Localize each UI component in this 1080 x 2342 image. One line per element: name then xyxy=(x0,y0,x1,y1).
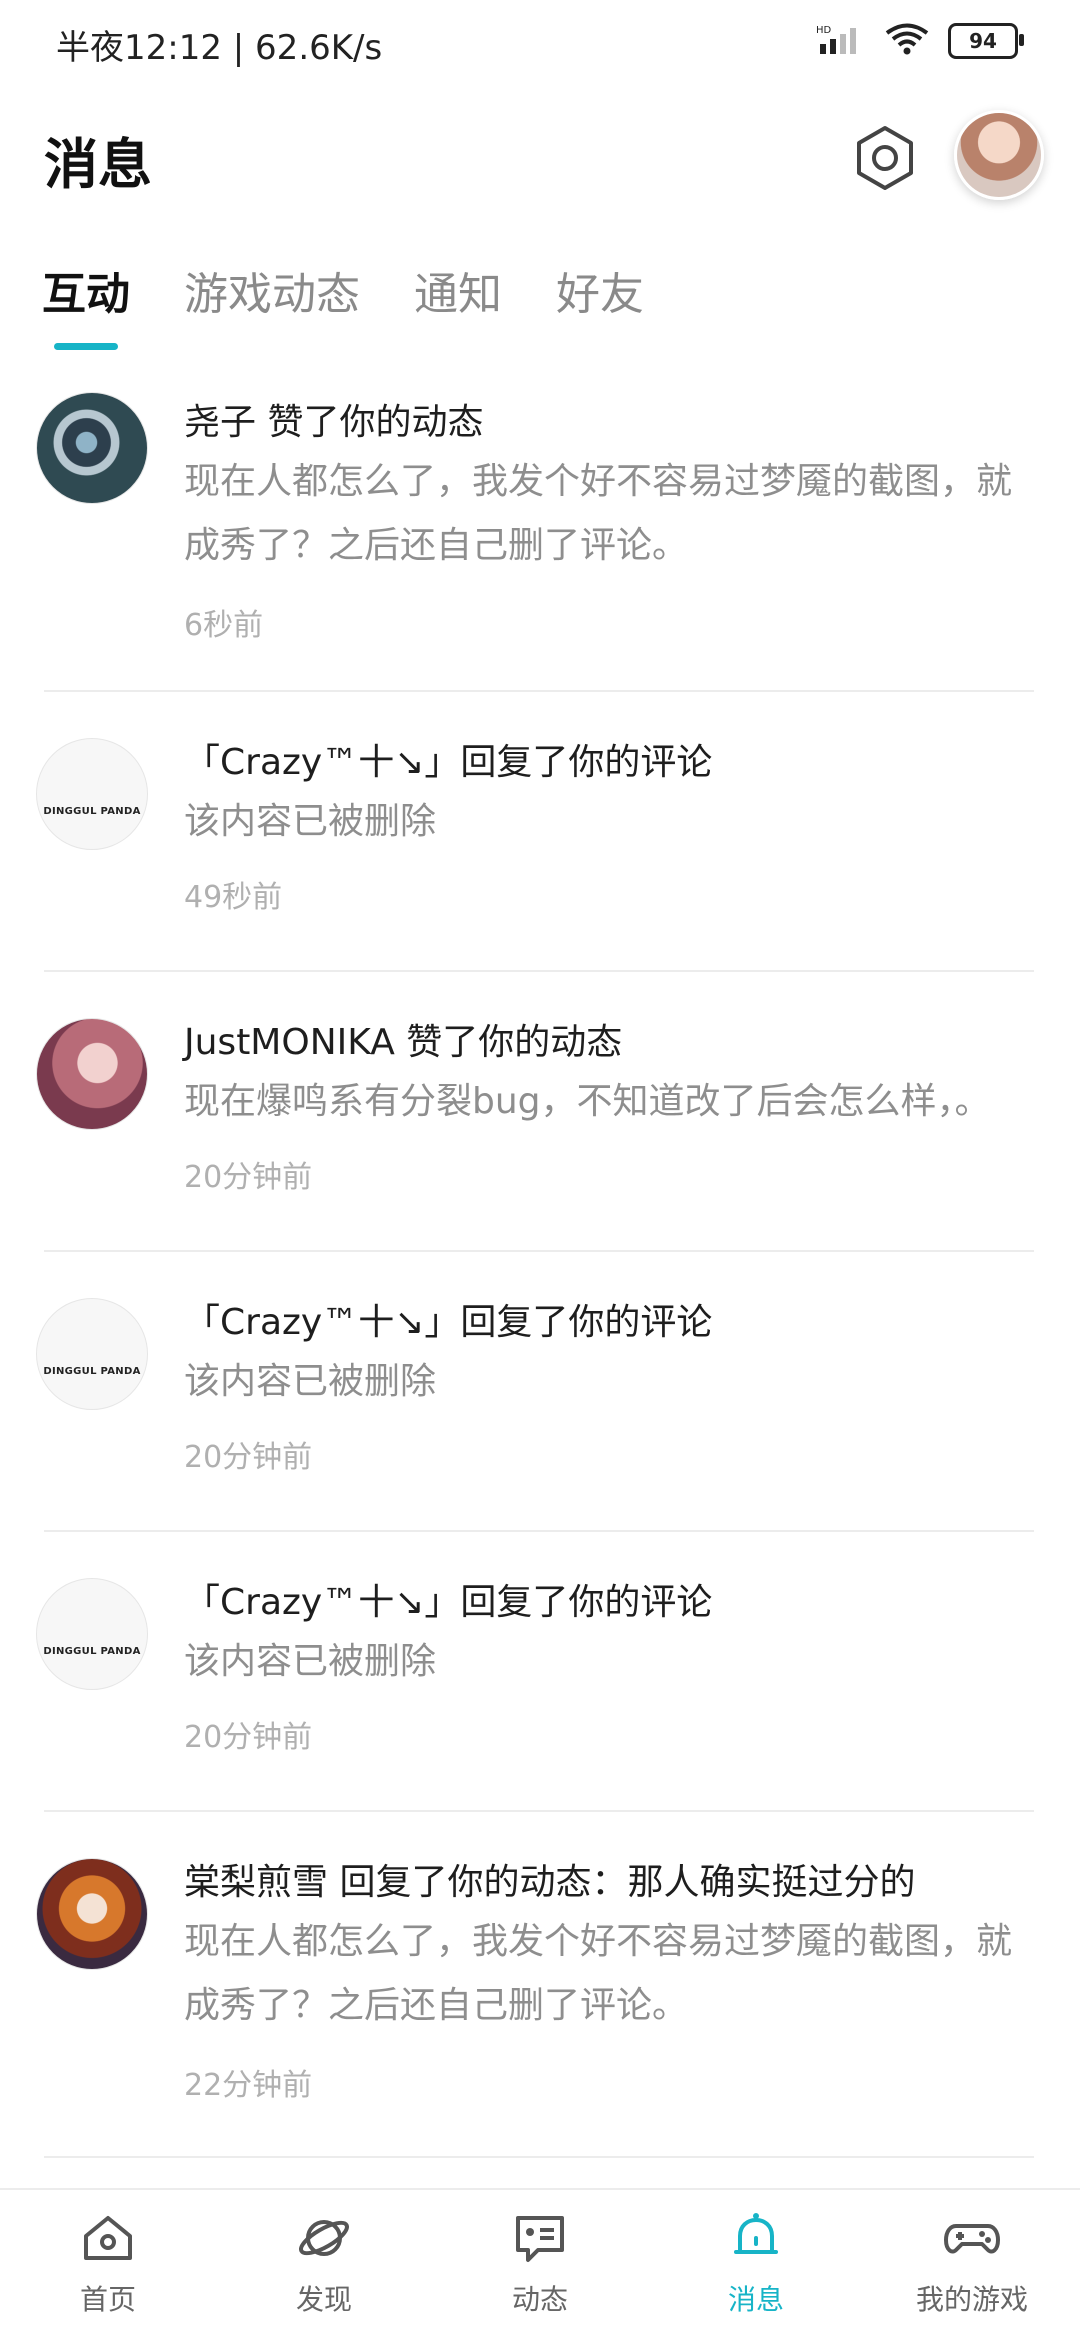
message-content: JustMONIKA 赞了你的动态 现在爆鸣系有分裂bug，不知道改了后会怎么样… xyxy=(184,1016,1034,1196)
nav-home-label: 首页 xyxy=(79,2283,136,2316)
message-title: 「Crazy™十↘」回复了你的评论 xyxy=(184,1582,713,1623)
status-time-speed: 半夜12:12 | 62.6K/s xyxy=(56,28,383,68)
message-item[interactable]: DINGGUL PANDA 「Crazy™十↘」回复了你的评论 该内容已被删除 … xyxy=(36,692,1034,972)
nav-discover-label: 发现 xyxy=(295,2283,352,2316)
page-title: 消息 xyxy=(44,133,152,196)
message-body: 该内容已被删除 xyxy=(184,1641,437,1682)
gamepad-icon xyxy=(944,2224,1000,2254)
profile-avatar[interactable] xyxy=(954,110,1044,200)
message-item[interactable]: 棠梨煎雪 回复了你的动态：那人确实挺过分的 现在人都怎么了，我发个好不容易过梦魇… xyxy=(36,1812,1034,2158)
message-body: 该内容已被删除 xyxy=(184,801,437,842)
message-content: 「Crazy™十↘」回复了你的评论 该内容已被删除 49秒前 xyxy=(184,736,1034,916)
message-item[interactable]: JustMONIKA 赞了你的动态 现在爆鸣系有分裂bug，不知道改了后会怎么样… xyxy=(36,972,1034,1252)
message-content: 棠梨煎雪 回复了你的动态：那人确实挺过分的 现在人都怎么了，我发个好不容易过梦魇… xyxy=(184,1856,1034,2104)
user-avatar[interactable] xyxy=(36,1858,148,1970)
message-title: 尧子 赞了你的动态 xyxy=(184,402,484,443)
message-title: JustMONIKA 赞了你的动态 xyxy=(184,1022,623,1063)
nav-my-games-label: 我的游戏 xyxy=(915,2283,1028,2316)
bottom-navigation: 首页 发现 动态 消息 我的游戏 xyxy=(0,2188,1080,2342)
signal-icon: HD xyxy=(816,22,866,60)
user-avatar[interactable] xyxy=(36,1018,148,1130)
nav-home[interactable]: 首页 xyxy=(0,2190,216,2342)
nav-messages-label: 消息 xyxy=(727,2283,784,2316)
battery-indicator: 94 xyxy=(948,23,1024,59)
message-title: 棠梨煎雪 回复了你的动态：那人确实挺过分的 xyxy=(184,1862,916,1903)
settings-button[interactable] xyxy=(845,118,925,198)
message-time: 6秒前 xyxy=(184,608,264,643)
avatar-logo-text: DINGGUL PANDA xyxy=(43,1365,141,1377)
avatar-logo-text: DINGGUL PANDA xyxy=(43,1645,141,1657)
status-icons: HD 94 xyxy=(816,22,1024,60)
message-time: 22分钟前 xyxy=(184,2068,313,2103)
nav-feed-label: 动态 xyxy=(511,2283,568,2316)
tab-notifications[interactable]: 通知 xyxy=(414,258,502,350)
message-title: 「Crazy™十↘」回复了你的评论 xyxy=(184,742,713,783)
message-time: 49秒前 xyxy=(184,880,283,915)
message-time: 20分钟前 xyxy=(184,1160,313,1195)
message-body: 现在爆鸣系有分裂bug，不知道改了后会怎么样，。 xyxy=(184,1081,991,1122)
chat-icon xyxy=(516,2216,564,2262)
settings-hexagon-icon xyxy=(857,126,913,190)
user-avatar[interactable]: DINGGUL PANDA xyxy=(36,738,148,850)
user-avatar[interactable]: DINGGUL PANDA xyxy=(36,1578,148,1690)
message-list: 尧子 赞了你的动态 现在人都怎么了，我发个好不容易过梦魇的截图，就成秀了？之后还… xyxy=(0,378,1080,2158)
message-time: 20分钟前 xyxy=(184,1440,313,1475)
message-body: 现在人都怎么了，我发个好不容易过梦魇的截图，就成秀了？之后还自己删了评论。 xyxy=(184,461,1013,566)
message-item[interactable]: DINGGUL PANDA 「Crazy™十↘」回复了你的评论 该内容已被删除 … xyxy=(36,1532,1034,1812)
home-icon xyxy=(84,2216,132,2260)
message-tabs: 互动 游戏动态 通知 好友 xyxy=(42,258,644,350)
message-item[interactable]: DINGGUL PANDA 「Crazy™十↘」回复了你的评论 该内容已被删除 … xyxy=(36,1252,1034,1532)
battery-level: 94 xyxy=(969,29,997,53)
hd-label: HD xyxy=(816,25,832,36)
status-bar: 半夜12:12 | 62.6K/s HD 94 xyxy=(0,0,1080,90)
message-content: 「Crazy™十↘」回复了你的评论 该内容已被删除 20分钟前 xyxy=(184,1576,1034,1756)
wifi-icon xyxy=(884,22,930,60)
message-time: 20分钟前 xyxy=(184,1720,313,1755)
message-body: 现在人都怎么了，我发个好不容易过梦魇的截图，就成秀了？之后还自己删了评论。 xyxy=(184,1921,1013,2026)
tab-interaction[interactable]: 互动 xyxy=(42,258,130,350)
message-content: 「Crazy™十↘」回复了你的评论 该内容已被删除 20分钟前 xyxy=(184,1296,1034,1476)
bell-icon xyxy=(734,2213,778,2254)
message-body: 该内容已被删除 xyxy=(184,1361,437,1402)
nav-my-games[interactable]: 我的游戏 xyxy=(864,2190,1080,2342)
message-content: 尧子 赞了你的动态 现在人都怎么了，我发个好不容易过梦魇的截图，就成秀了？之后还… xyxy=(184,396,1034,644)
tab-game-updates[interactable]: 游戏动态 xyxy=(184,258,360,350)
message-item[interactable]: 尧子 赞了你的动态 现在人都怎么了，我发个好不容易过梦魇的截图，就成秀了？之后还… xyxy=(36,378,1034,692)
tab-friends[interactable]: 好友 xyxy=(556,258,644,350)
nav-messages[interactable]: 消息 xyxy=(648,2190,864,2342)
planet-icon xyxy=(299,2220,349,2256)
nav-feed[interactable]: 动态 xyxy=(432,2190,648,2342)
page-header: 消息 xyxy=(0,110,1080,230)
user-avatar[interactable]: DINGGUL PANDA xyxy=(36,1298,148,1410)
avatar-logo-text: DINGGUL PANDA xyxy=(43,805,141,817)
user-avatar[interactable] xyxy=(36,392,148,504)
message-title: 「Crazy™十↘」回复了你的评论 xyxy=(184,1302,713,1343)
nav-discover[interactable]: 发现 xyxy=(216,2190,432,2342)
